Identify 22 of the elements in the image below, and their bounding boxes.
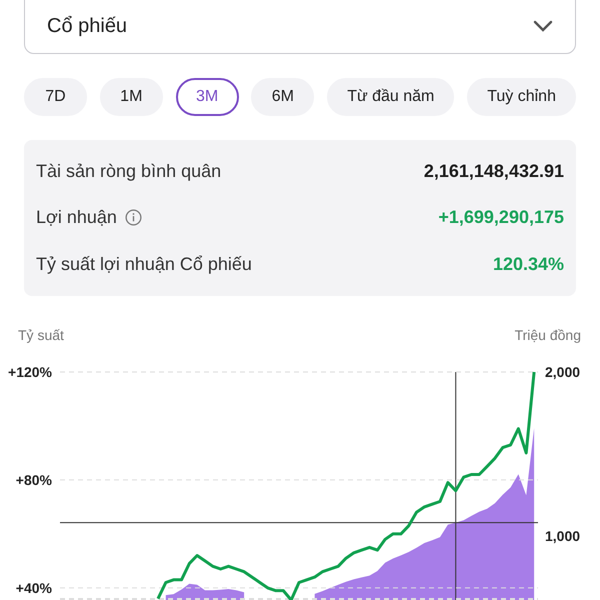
summary-label: Tỷ suất lợi nhuận Cổ phiếu bbox=[36, 254, 252, 276]
period-tab[interactable]: 7D bbox=[24, 78, 87, 116]
summary-label: Lợi nhuận bbox=[36, 207, 117, 228]
tick-label: 2,000 bbox=[545, 364, 580, 380]
summary-value: 120.34% bbox=[492, 254, 564, 276]
summary-value: 2,161,148,432.91 bbox=[424, 160, 564, 182]
axis-title: Tỷ suất bbox=[18, 327, 64, 343]
tick-label: +80% bbox=[16, 472, 52, 488]
period-tab[interactable]: 6M bbox=[251, 78, 314, 116]
period-tab[interactable]: Từ đầu năm bbox=[327, 78, 454, 116]
summary-label: Tài sản ròng bình quân bbox=[36, 160, 222, 182]
summary-value: +1,699,290,175 bbox=[438, 207, 564, 228]
tick-label: 1,000 bbox=[545, 528, 580, 544]
info-icon[interactable] bbox=[124, 209, 142, 226]
period-tab[interactable]: 3M bbox=[176, 78, 239, 116]
asset-select[interactable]: Cổ phiếu bbox=[24, 0, 576, 54]
tick-label: +120% bbox=[8, 364, 52, 380]
period-tab[interactable]: Tuỳ chỉnh bbox=[467, 78, 576, 116]
chevron-down-icon bbox=[533, 20, 553, 32]
tick-label: +40% bbox=[16, 580, 52, 596]
axis-title: Triệu đồng bbox=[514, 327, 581, 343]
period-tab[interactable]: 1M bbox=[100, 78, 163, 116]
